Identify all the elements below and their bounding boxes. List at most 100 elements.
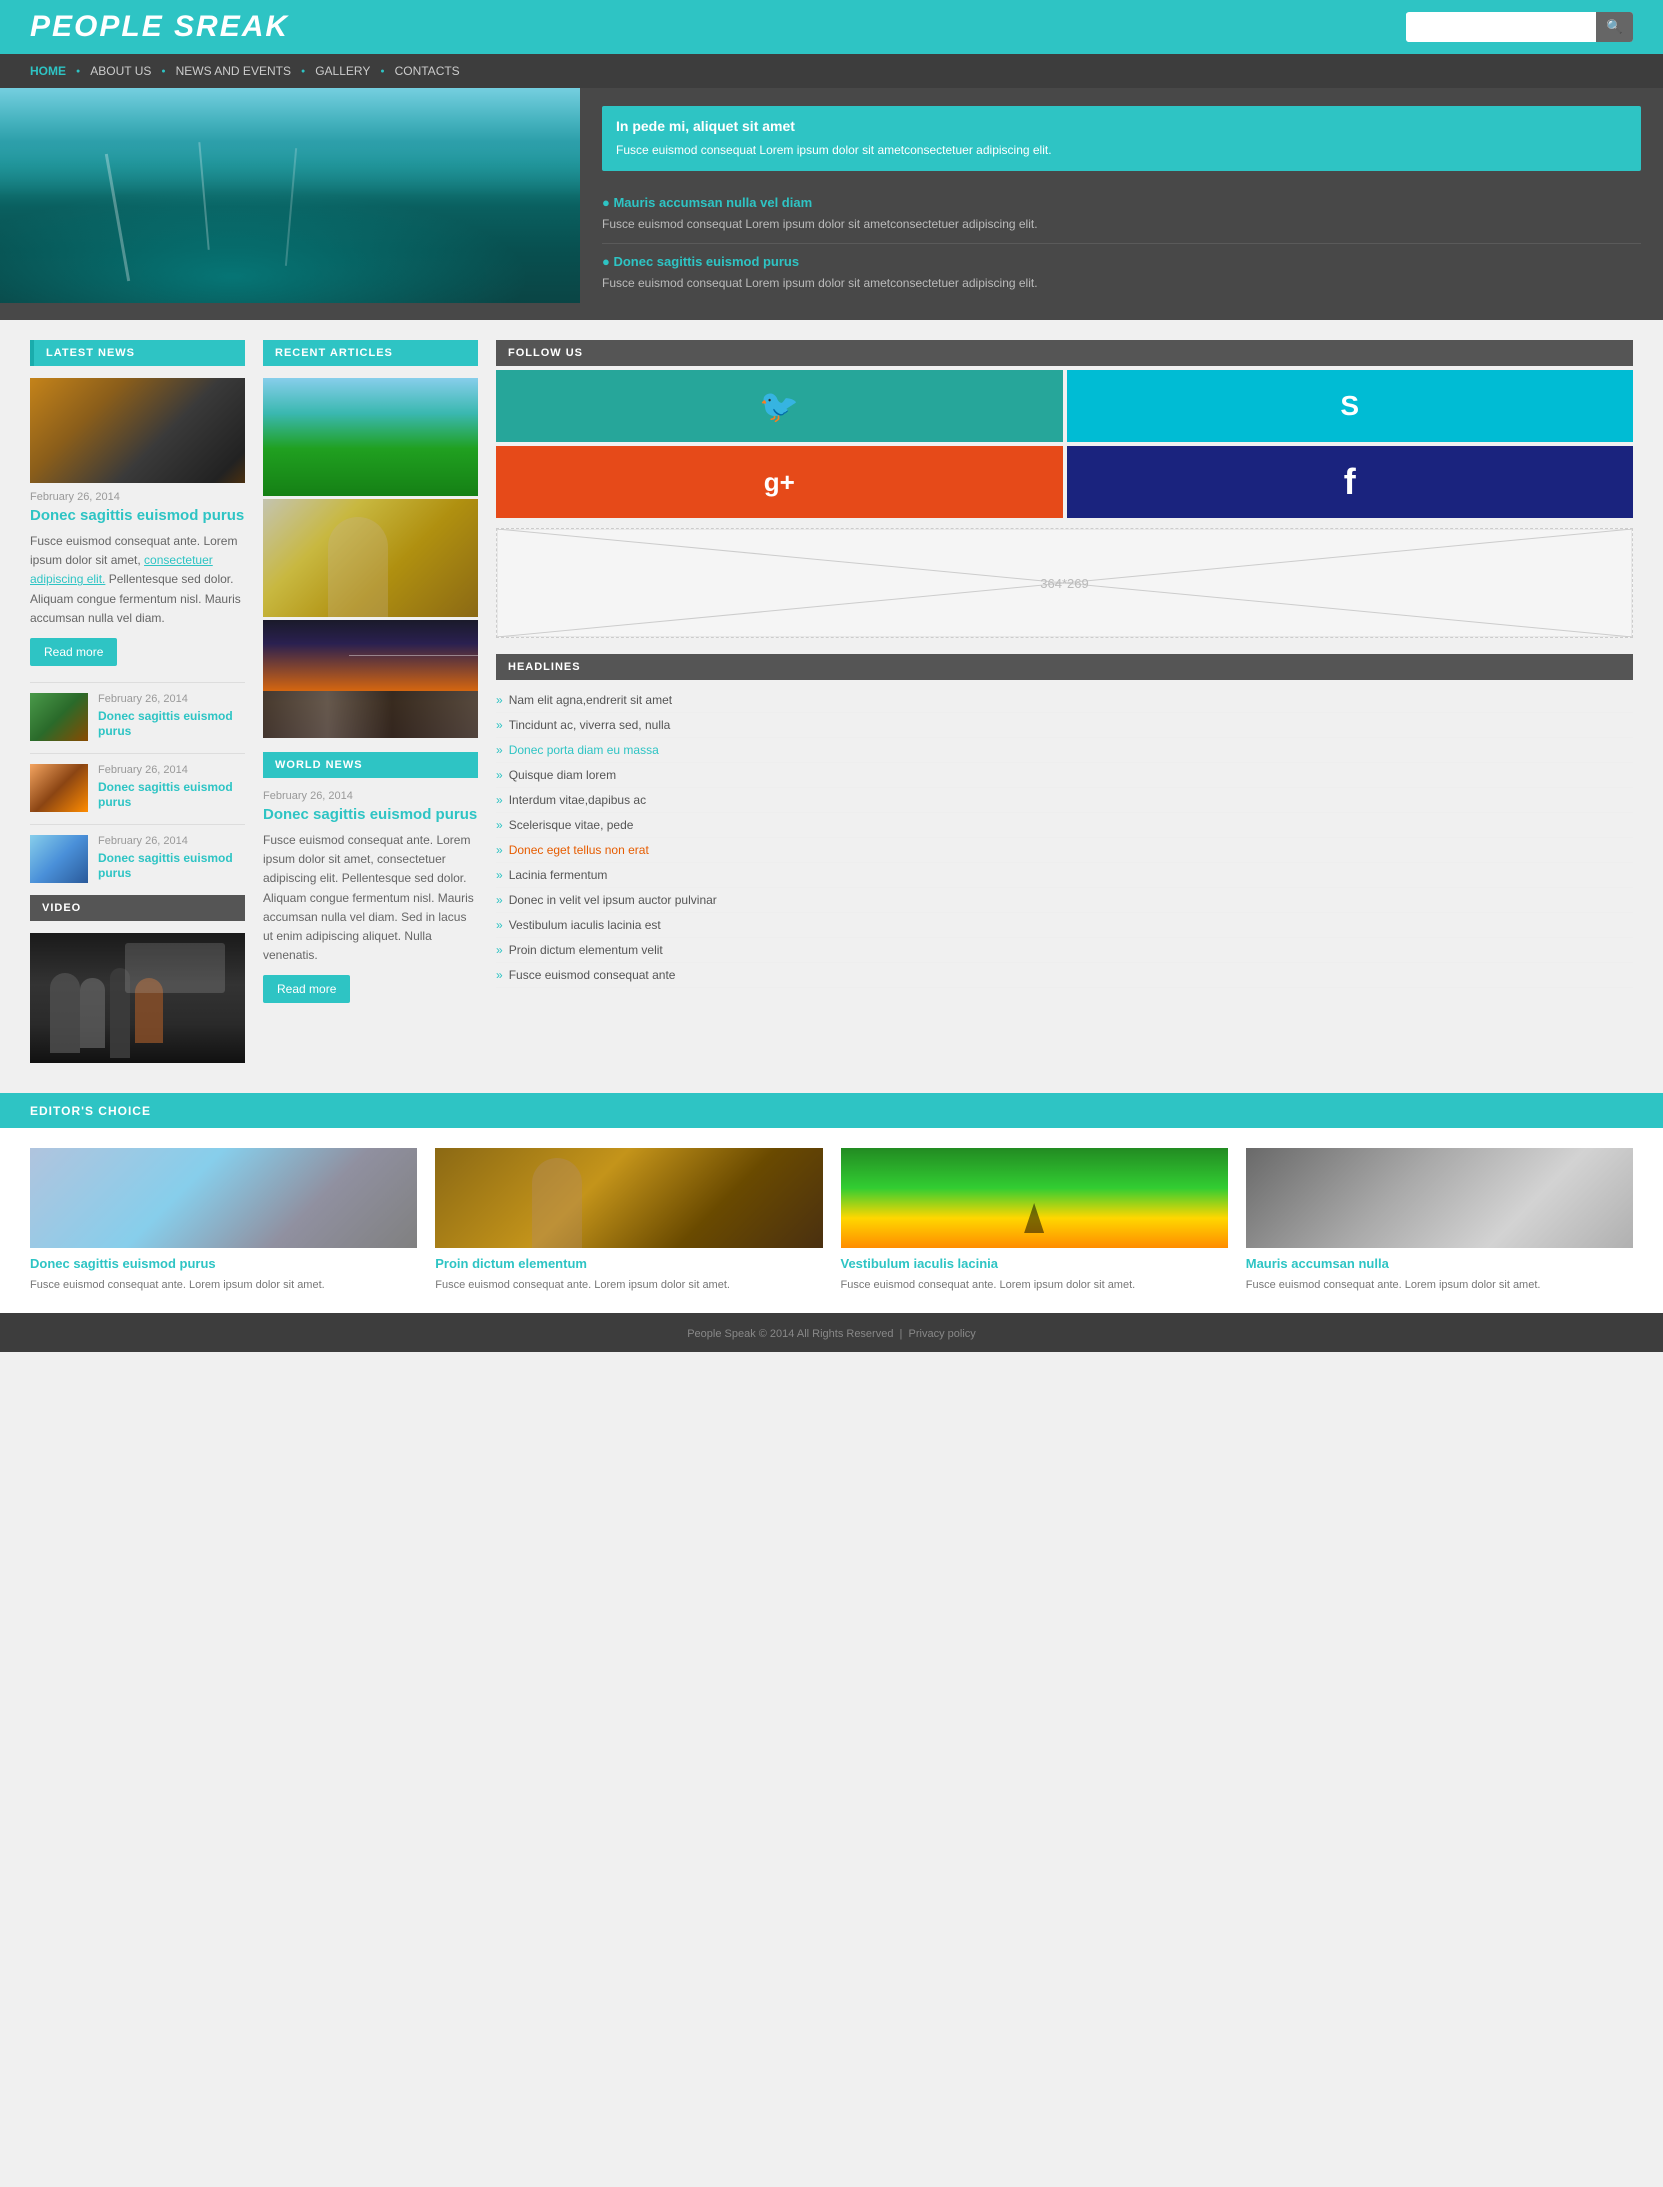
- skype-button[interactable]: S: [1067, 370, 1634, 442]
- search-input[interactable]: [1406, 13, 1596, 42]
- headline-item[interactable]: »Donec eget tellus non erat: [496, 838, 1633, 863]
- nav-dot-4: ●: [380, 68, 384, 75]
- google-plus-button[interactable]: g+: [496, 446, 1063, 518]
- privacy-policy-link[interactable]: Privacy policy: [909, 1328, 976, 1340]
- video-section: VIDEO: [30, 895, 245, 1063]
- read-more-button-2[interactable]: Read more: [263, 975, 350, 1003]
- headline-item[interactable]: »Proin dictum elementum velit: [496, 938, 1633, 963]
- headline-text: Quisque diam lorem: [509, 768, 616, 782]
- mini-img-2: [30, 764, 88, 812]
- recent-articles-section: RECENT ARTICLES: [263, 340, 478, 738]
- headline-text: Donec in velit vel ipsum auctor pulvinar: [509, 893, 717, 907]
- headline-text: Vestibulum iaculis lacinia est: [509, 918, 661, 932]
- headline-text: Fusce euismod consequat ante: [509, 968, 676, 982]
- world-news-title: WORLD NEWS: [263, 752, 478, 778]
- headline-chevron: »: [496, 818, 503, 832]
- editor-img-1: [30, 1148, 417, 1248]
- video-thumbnail[interactable]: [30, 933, 245, 1063]
- nav-home[interactable]: HOME: [30, 64, 76, 78]
- editor-card-4: Mauris accumsan nulla Fusce euismod cons…: [1246, 1148, 1633, 1294]
- headline-item[interactable]: »Lacinia fermentum: [496, 863, 1633, 888]
- editor-img-4: [1246, 1148, 1633, 1248]
- twitter-button[interactable]: 🐦: [496, 370, 1063, 442]
- headlines-section: HEADLINES »Nam elit agna,endrerit sit am…: [496, 654, 1633, 988]
- nav-news[interactable]: NEWS AND EVENTS: [176, 64, 301, 78]
- mini-title-3[interactable]: Donec sagittis euismod purus: [98, 851, 233, 880]
- headline-item[interactable]: » Quisque diam lorem: [496, 763, 1633, 788]
- headline-item[interactable]: »Nam elit agna,endrerit sit amet: [496, 688, 1633, 713]
- nav-dot-2: ●: [161, 68, 165, 75]
- main-content: LATEST NEWS February 26, 2014 Donec sagi…: [0, 320, 1663, 1083]
- hero-featured-title: In pede mi, aliquet sit amet: [616, 118, 1627, 134]
- header: PEOPLE SREAK 🔍: [0, 0, 1663, 54]
- hero-item-1-text: Fusce euismod consequat Lorem ipsum dolo…: [602, 215, 1641, 233]
- headline-text: Interdum vitae,dapibus ac: [509, 793, 646, 807]
- headline-item[interactable]: »Donec porta diam eu massa: [496, 738, 1633, 763]
- main-article-title[interactable]: Donec sagittis euismod purus: [30, 507, 245, 524]
- headline-chevron: »: [496, 768, 503, 782]
- editor-title-2[interactable]: Proin dictum elementum: [435, 1256, 822, 1271]
- headline-item[interactable]: » Fusce euismod consequat ante: [496, 963, 1633, 988]
- editor-title-1[interactable]: Donec sagittis euismod purus: [30, 1256, 417, 1271]
- headline-item[interactable]: »Tincidunt ac, viverra sed, nulla: [496, 713, 1633, 738]
- hero-item-2-title[interactable]: ● Donec sagittis euismod purus: [602, 254, 1641, 269]
- headline-item[interactable]: »Donec in velit vel ipsum auctor pulvina…: [496, 888, 1633, 913]
- editor-text-4: Fusce euismod consequat ante. Lorem ipsu…: [1246, 1277, 1633, 1294]
- headline-chevron: »: [496, 793, 503, 807]
- mini-title-1[interactable]: Donec sagittis euismod purus: [98, 709, 233, 738]
- mini-img-1: [30, 693, 88, 741]
- headline-item[interactable]: »Scelerisque vitae, pede: [496, 813, 1633, 838]
- navigation: HOME ● ABOUT US ● NEWS AND EVENTS ● GALL…: [0, 54, 1663, 88]
- editor-card-3: Vestibulum iaculis lacinia Fusce euismod…: [841, 1148, 1228, 1294]
- mini-date-3: February 26, 2014: [98, 835, 245, 847]
- mini-article-2: February 26, 2014 Donec sagittis euismod…: [30, 753, 245, 812]
- headline-text: Tincidunt ac, viverra sed, nulla: [509, 718, 671, 732]
- headline-text: Donec eget tellus non erat: [509, 843, 649, 857]
- twitter-icon: 🐦: [759, 387, 799, 425]
- logo: PEOPLE SREAK: [30, 10, 289, 44]
- nav-about[interactable]: ABOUT US: [90, 64, 161, 78]
- hero-item-2: ● Donec sagittis euismod purus Fusce eui…: [602, 244, 1641, 302]
- world-news-article-title[interactable]: Donec sagittis euismod purus: [263, 806, 478, 823]
- hero-item-1-title[interactable]: ● Mauris accumsan nulla vel diam: [602, 195, 1641, 210]
- video-title: VIDEO: [30, 895, 245, 921]
- world-news-text: Fusce euismod consequat ante. Lorem ipsu…: [263, 831, 478, 965]
- article-img-1[interactable]: [263, 378, 478, 496]
- editors-choice-bar: EDITOR'S CHOICE: [0, 1093, 1663, 1128]
- hero-item-1: ● Mauris accumsan nulla vel diam Fusce e…: [602, 185, 1641, 244]
- nav-contacts[interactable]: CONTACTS: [395, 64, 460, 78]
- skype-icon: S: [1340, 390, 1359, 422]
- headline-item[interactable]: »Vestibulum iaculis lacinia est: [496, 913, 1633, 938]
- footer: People Speak © 2014 All Rights Reserved …: [0, 1313, 1663, 1352]
- headline-chevron: »: [496, 868, 503, 882]
- headline-chevron: »: [496, 968, 503, 982]
- mini-article-3: February 26, 2014 Donec sagittis euismod…: [30, 824, 245, 883]
- editor-title-3[interactable]: Vestibulum iaculis lacinia: [841, 1256, 1228, 1271]
- nav-dot-1: ●: [76, 68, 80, 75]
- search-button[interactable]: 🔍: [1596, 12, 1633, 42]
- facebook-button[interactable]: f: [1067, 446, 1634, 518]
- hero-item-2-text: Fusce euismod consequat Lorem ipsum dolo…: [602, 274, 1641, 292]
- follow-us-section: FOLLOW US 🐦 S g+ f: [496, 340, 1633, 518]
- article-img-2[interactable]: [263, 499, 478, 617]
- headline-text: Donec porta diam eu massa: [509, 743, 659, 757]
- editor-title-4[interactable]: Mauris accumsan nulla: [1246, 1256, 1633, 1271]
- hero-sidebar: In pede mi, aliquet sit amet Fusce euism…: [580, 88, 1663, 320]
- search-form: 🔍: [1406, 12, 1633, 42]
- headline-chevron: »: [496, 943, 503, 957]
- headline-text: Nam elit agna,endrerit sit amet: [509, 693, 672, 707]
- follow-us-title: FOLLOW US: [496, 340, 1633, 366]
- nav-gallery[interactable]: GALLERY: [315, 64, 380, 78]
- read-more-button-1[interactable]: Read more: [30, 638, 117, 666]
- latest-news-title: LATEST NEWS: [30, 340, 245, 366]
- editor-card-2: Proin dictum elementum Fusce euismod con…: [435, 1148, 822, 1294]
- headline-item[interactable]: » Interdum vitae,dapibus ac: [496, 788, 1633, 813]
- social-grid: 🐦 S g+ f: [496, 370, 1633, 518]
- search-icon: 🔍: [1606, 19, 1623, 34]
- article-img-3[interactable]: [263, 620, 478, 738]
- mini-img-3: [30, 835, 88, 883]
- mini-title-2[interactable]: Donec sagittis euismod purus: [98, 780, 233, 809]
- nav-dot-3: ●: [301, 68, 305, 75]
- main-article-text: Fusce euismod consequat ante. Lorem ipsu…: [30, 532, 245, 628]
- headlines-list: »Nam elit agna,endrerit sit amet»Tincidu…: [496, 688, 1633, 988]
